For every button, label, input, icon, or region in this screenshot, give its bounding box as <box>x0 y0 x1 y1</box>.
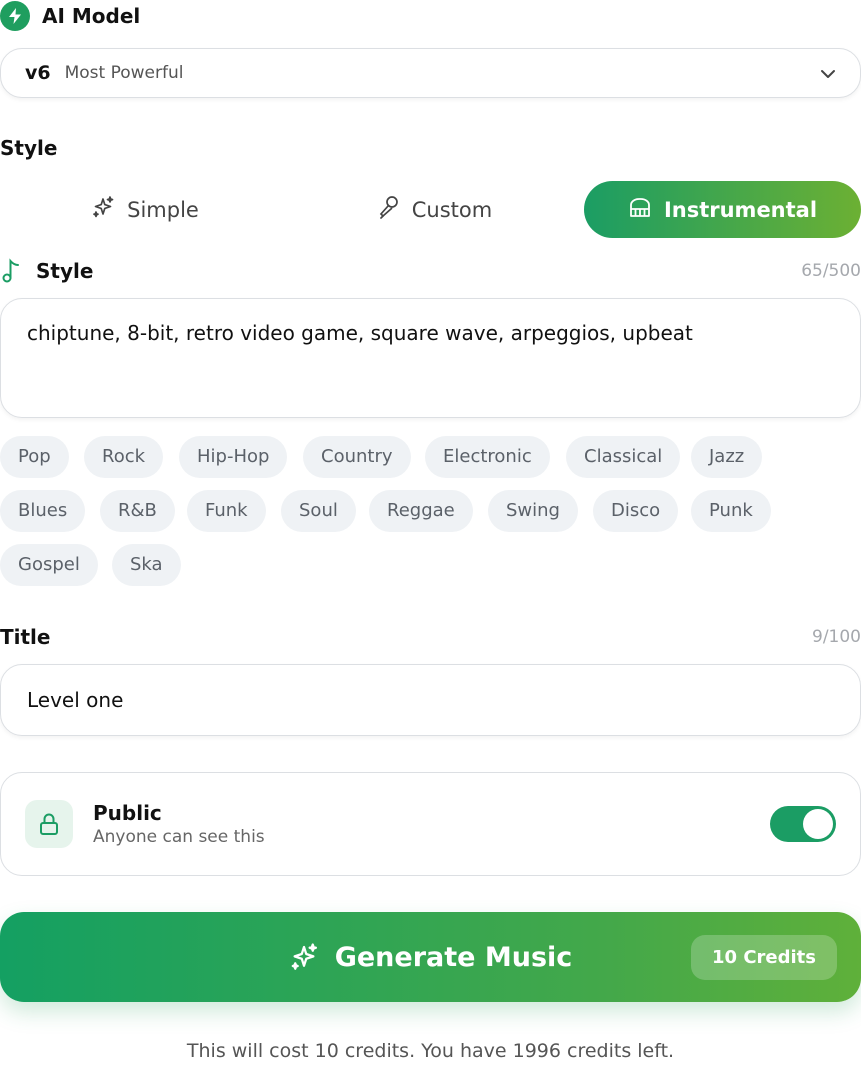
genre-chip[interactable]: Disco <box>593 490 679 532</box>
title-input[interactable]: Level one <box>0 664 861 736</box>
credits-badge: 10 Credits <box>691 935 837 980</box>
style-field-label: Style <box>36 259 94 283</box>
title-field-header: Title 9/100 <box>0 624 861 650</box>
genre-chip[interactable]: Electronic <box>425 436 550 478</box>
chevron-down-icon <box>820 64 836 83</box>
title-char-counter: 9/100 <box>812 627 861 647</box>
genre-chip[interactable]: Classical <box>566 436 681 478</box>
genre-chip[interactable]: Hip-Hop <box>179 436 288 478</box>
tab-simple[interactable]: Simple <box>0 181 290 238</box>
music-note-icon <box>0 258 22 284</box>
tab-instrumental-label: Instrumental <box>663 197 818 222</box>
style-char-counter: 65/500 <box>801 261 861 281</box>
genre-chip[interactable]: Punk <box>691 490 771 532</box>
model-version: v6 <box>25 62 51 84</box>
style-textarea[interactable]: chiptune, 8-bit, retro video game, squar… <box>0 298 861 418</box>
sparkles-icon <box>289 942 319 972</box>
title-field-label: Title <box>0 625 51 649</box>
lightning-icon <box>0 1 30 31</box>
visibility-subtitle: Anyone can see this <box>93 827 265 847</box>
genre-chip[interactable]: R&B <box>100 490 175 532</box>
generate-music-label: Generate Music <box>334 941 573 973</box>
genre-chip[interactable]: Pop <box>0 436 69 478</box>
model-description: Most Powerful <box>64 63 184 83</box>
genre-chip[interactable]: Country <box>303 436 411 478</box>
genre-chip[interactable]: Gospel <box>0 544 98 586</box>
microphone-icon <box>378 195 400 224</box>
genre-chip[interactable]: Soul <box>281 490 356 532</box>
genre-chip[interactable]: Reggae <box>369 490 473 532</box>
toggle-knob <box>803 809 833 839</box>
generate-music-button[interactable]: Generate Music 10 Credits <box>0 912 861 1002</box>
style-field-header: Style 65/500 <box>0 258 861 284</box>
visibility-card: Public Anyone can see this <box>0 772 861 876</box>
tab-instrumental[interactable]: Instrumental <box>584 181 861 238</box>
model-select[interactable]: v6 Most Powerful <box>0 48 861 98</box>
lock-icon <box>25 800 73 848</box>
piano-icon <box>628 196 652 223</box>
cost-note: This will cost 10 credits. You have 1996… <box>186 1040 675 1062</box>
tab-custom-label: Custom <box>411 197 493 222</box>
tab-custom[interactable]: Custom <box>290 181 580 238</box>
genre-chip[interactable]: Ska <box>112 544 181 586</box>
visibility-text: Public Anyone can see this <box>93 801 265 847</box>
genre-chip[interactable]: Swing <box>488 490 578 532</box>
genre-chip[interactable]: Jazz <box>691 436 763 478</box>
sparkles-icon <box>91 195 115 224</box>
tab-simple-label: Simple <box>127 197 199 222</box>
visibility-title: Public <box>93 801 162 825</box>
public-toggle[interactable] <box>770 806 836 842</box>
genre-chip[interactable]: Funk <box>187 490 266 532</box>
ai-model-title: AI Model <box>42 4 141 28</box>
genre-chip[interactable]: Blues <box>0 490 86 532</box>
genre-chip[interactable]: Rock <box>84 436 164 478</box>
ai-model-header: AI Model <box>0 0 140 32</box>
style-section-label: Style <box>0 136 58 160</box>
